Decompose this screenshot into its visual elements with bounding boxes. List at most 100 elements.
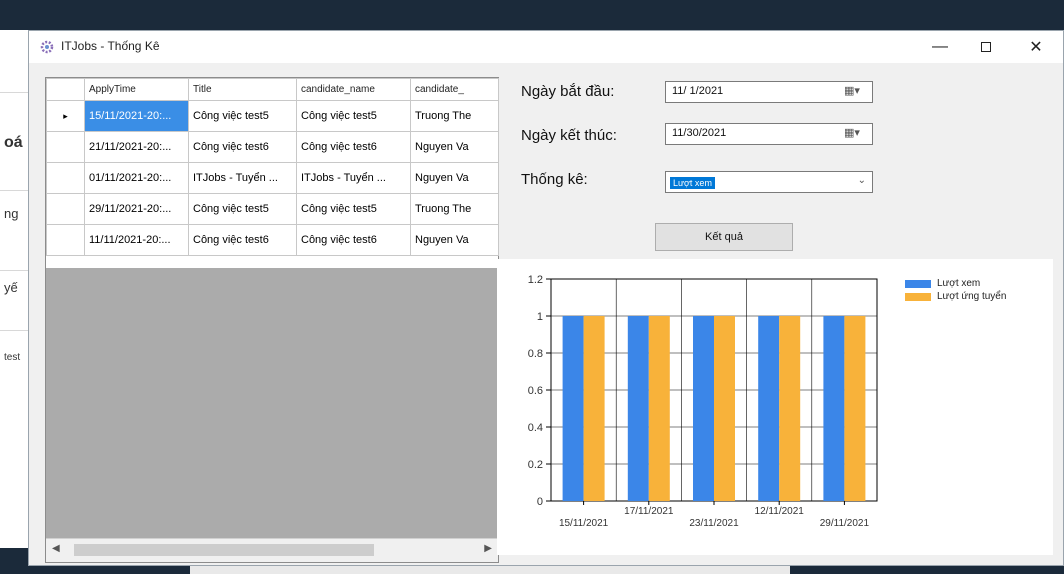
table-row[interactable]: ▸ 15/11/2021-20:... Công việc test5 Công… <box>46 100 499 132</box>
cell-candidate-name[interactable]: Công việc test5 <box>296 193 411 225</box>
column-header-title[interactable]: Title <box>188 78 297 101</box>
background-text: test <box>4 352 21 363</box>
cell-candidate-name[interactable]: ITJobs - Tuyển ... <box>296 162 411 194</box>
bar-chart: 0 0.2 0.4 0.6 0.8 1 1.2 15/11/2021 17/11/2021 23/… <box>528 274 878 529</box>
background-window-left: oá ng yế test <box>0 30 28 574</box>
table-row[interactable]: 21/11/2021-20:... Công việc test6 Công v… <box>46 131 499 163</box>
scroll-right-icon[interactable]: ▶ <box>484 543 492 554</box>
scroll-left-icon[interactable]: ◀ <box>52 543 60 554</box>
row-header[interactable] <box>46 193 85 225</box>
cell-applytime[interactable]: 11/11/2021-20:... <box>84 224 189 256</box>
cell-applytime[interactable]: 29/11/2021-20:... <box>84 193 189 225</box>
row-header[interactable]: ▸ <box>46 100 85 132</box>
end-date-label: Ngày kết thúc: <box>521 127 617 144</box>
cell-title[interactable]: Công việc test6 <box>188 131 297 163</box>
x-tick-label: 15/11/2021 <box>559 518 609 529</box>
desktop-top-bar <box>0 0 1064 30</box>
legend-item: Lượt ứng tuyển <box>905 290 1006 303</box>
divider <box>0 330 28 331</box>
bar-luot-xem <box>823 316 845 501</box>
cell-title[interactable]: Công việc test6 <box>188 224 297 256</box>
close-button[interactable]: ✕ <box>1013 31 1059 63</box>
table-row[interactable]: 11/11/2021-20:... Công việc test6 Công v… <box>46 224 499 256</box>
cell-applytime[interactable]: 21/11/2021-20:... <box>84 131 189 163</box>
cell-title[interactable]: Công việc test5 <box>188 193 297 225</box>
y-tick-label: 0.6 <box>528 385 543 397</box>
table-row[interactable]: 29/11/2021-20:... Công việc test5 Công v… <box>46 193 499 225</box>
calendar-dropdown-icon[interactable]: ▦▾ <box>844 126 868 142</box>
statistics-window: ITJobs - Thống Kê — ✕ ApplyTime Title ca… <box>28 30 1064 566</box>
cell-candidate[interactable]: Nguyen Va <box>410 224 499 256</box>
row-header[interactable] <box>46 131 85 163</box>
y-tick-label: 0.2 <box>528 459 543 471</box>
cell-title[interactable]: Công việc test5 <box>188 100 297 132</box>
start-date-label: Ngày bắt đầu: <box>521 83 615 100</box>
bar-luot-xem <box>562 316 584 501</box>
bar-luot-xem <box>693 316 714 501</box>
column-header-applytime[interactable]: ApplyTime <box>84 78 189 101</box>
legend-label: Lượt xem <box>937 278 981 289</box>
cell-candidate[interactable]: Nguyen Va <box>410 162 499 194</box>
calendar-dropdown-icon[interactable]: ▦▾ <box>844 84 868 100</box>
row-header[interactable] <box>46 162 85 194</box>
grid-header-row: ApplyTime Title candidate_name candidate… <box>46 78 499 101</box>
cell-applytime[interactable]: 01/11/2021-20:... <box>84 162 189 194</box>
statistics-chart: 0 0.2 0.4 0.6 0.8 1 1.2 15/11/2021 17/11/2021 23/… <box>497 259 1053 555</box>
horizontal-scrollbar[interactable]: ◀ ▶ <box>46 538 498 562</box>
x-tick-label: 23/11/2021 <box>689 518 739 529</box>
cell-candidate[interactable]: Truong The <box>410 100 499 132</box>
column-header-candidate[interactable]: candidate_ <box>410 78 499 101</box>
statistic-type-value: Lượt xem <box>670 177 715 189</box>
cell-candidate-name[interactable]: Công việc test6 <box>296 131 411 163</box>
legend-label: Lượt ứng tuyển <box>937 291 1007 302</box>
x-tick-label: 17/11/2021 <box>624 506 674 517</box>
scrollbar-thumb[interactable] <box>74 544 374 556</box>
background-text: yế <box>4 280 18 295</box>
close-icon: ✕ <box>1029 39 1043 56</box>
bar-luot-ung-tuyen <box>714 316 735 501</box>
legend-item: Lượt xem <box>905 277 1006 290</box>
applications-grid[interactable]: ApplyTime Title candidate_name candidate… <box>45 77 499 563</box>
x-tick-label: 29/11/2021 <box>820 518 870 529</box>
y-tick-label: 0 <box>537 496 543 508</box>
table-row[interactable]: 01/11/2021-20:... ITJobs - Tuyển ... ITJ… <box>46 162 499 194</box>
grid-body: ApplyTime Title candidate_name candidate… <box>46 78 499 268</box>
start-date-picker[interactable]: 11/ 1/2021 ▦▾ <box>665 81 873 103</box>
x-tick-label: 12/11/2021 <box>755 506 805 517</box>
bar-luot-ung-tuyen <box>583 316 605 501</box>
chevron-down-icon[interactable]: ⌄ <box>858 175 866 186</box>
divider <box>0 92 28 93</box>
bar-luot-ung-tuyen <box>648 316 670 501</box>
cell-candidate-name[interactable]: Công việc test5 <box>296 100 411 132</box>
start-date-value: 11/ 1/2021 <box>672 85 724 97</box>
chart-legend: Lượt xem Lượt ứng tuyển <box>905 277 1006 303</box>
end-date-picker[interactable]: 11/30/2021 ▦▾ <box>665 123 873 145</box>
result-button[interactable]: Kết quả <box>655 223 793 251</box>
cell-title[interactable]: ITJobs - Tuyển ... <box>188 162 297 194</box>
app-gear-icon <box>39 39 55 55</box>
minimize-button[interactable]: — <box>917 31 963 63</box>
divider <box>0 190 28 191</box>
window-title: ITJobs - Thống Kê <box>61 39 160 53</box>
maximize-button[interactable] <box>963 31 1009 63</box>
background-text: oá <box>4 134 23 151</box>
cell-candidate-name[interactable]: Công việc test6 <box>296 224 411 256</box>
bar-luot-ung-tuyen <box>779 316 801 501</box>
row-header[interactable] <box>46 224 85 256</box>
grid-empty-area <box>46 268 498 538</box>
y-tick-label: 1 <box>537 311 543 323</box>
bar-luot-xem <box>758 316 780 501</box>
maximize-icon <box>981 42 991 52</box>
legend-swatch <box>905 292 931 301</box>
column-header-candidate-name[interactable]: candidate_name <box>296 78 411 101</box>
statistic-type-label: Thống kê: <box>521 171 588 188</box>
bar-luot-xem <box>627 316 649 501</box>
statistic-type-select[interactable]: Lượt xem ⌄ <box>665 171 873 193</box>
cell-applytime[interactable]: 15/11/2021-20:... <box>84 100 189 132</box>
cell-candidate[interactable]: Nguyen Va <box>410 131 499 163</box>
row-header-corner <box>46 78 85 101</box>
end-date-value: 11/30/2021 <box>672 127 727 139</box>
title-bar[interactable]: ITJobs - Thống Kê — ✕ <box>29 31 1063 63</box>
cell-candidate[interactable]: Truong The <box>410 193 499 225</box>
legend-swatch <box>905 279 931 288</box>
